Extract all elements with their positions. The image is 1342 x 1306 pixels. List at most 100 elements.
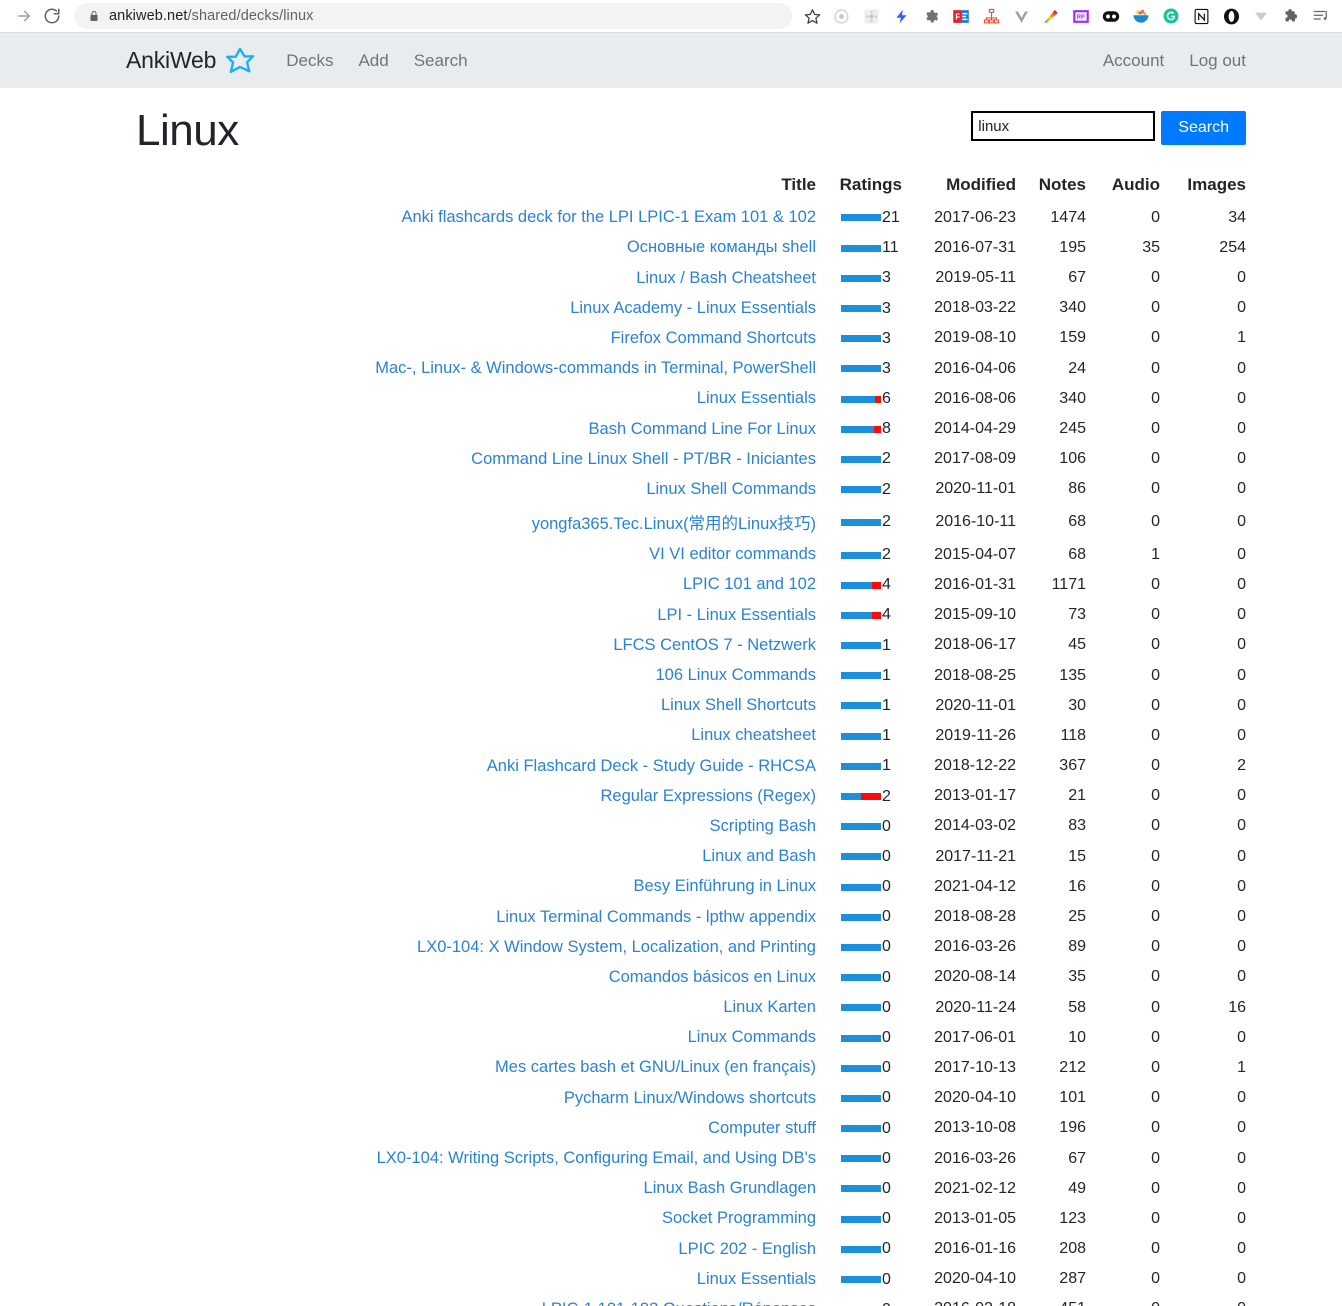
deck-title-link[interactable]: Linux Academy - Linux Essentials [570,299,816,317]
nav-link-search[interactable]: Search [414,51,468,71]
deck-title-link[interactable]: Linux Bash Grundlagen [644,1179,816,1197]
rating-bar-positive [841,1155,881,1163]
images-cell: 0 [1237,420,1246,437]
forward-arrow-icon[interactable] [10,2,38,30]
rating-bar-positive [841,762,881,770]
rating-bar [841,762,881,770]
images-cell: 0 [1237,1240,1246,1258]
nav-link-logout[interactable]: Log out [1189,51,1246,71]
deck-title-link[interactable]: Scripting Bash [710,817,816,835]
opera-extension-icon[interactable] [1216,1,1246,31]
deck-title-link[interactable]: Firefox Command Shortcuts [611,329,816,347]
rating-cell: 0 [816,902,902,932]
deck-title-link[interactable]: Linux Commands [688,1028,816,1046]
table-row: Regular Expressions (Regex) 2 2013-01-17 21… [136,781,1246,811]
deck-title-cell: Mac-, Linux- & Windows-commands in Termi… [136,354,816,384]
deck-title-link[interactable]: Linux Shell Commands [646,480,816,498]
grammarly-extension-icon[interactable] [1156,1,1186,31]
deck-title-link[interactable]: Anki flashcards deck for the LPI LPIC-1 … [401,208,816,226]
rating-cell: 4 [816,570,902,600]
table-row: Bash Command Line For Linux 8 2014-04-29 24… [136,414,1246,444]
audio-cell: 0 [1151,726,1160,744]
reading-list-icon[interactable] [1306,1,1336,31]
orbit-extension-icon[interactable] [826,1,856,31]
rating-bar [841,1034,881,1042]
dots-extension-icon[interactable] [1096,1,1126,31]
nav-link-add[interactable]: Add [358,51,388,71]
deck-title-link[interactable]: Besy Einführung in Linux [633,877,816,895]
sitemap-extension-icon[interactable] [976,1,1006,31]
deck-title-cell: Firefox Command Shortcuts [136,323,816,353]
bookmark-star-icon[interactable] [798,2,826,30]
deck-title-link[interactable]: LX0-104: Writing Scripts, Configuring Em… [377,1149,816,1167]
images-cell: 2 [1237,757,1246,775]
deck-title-link[interactable]: Linux Karten [723,998,816,1016]
notes-cell: 21 [1068,787,1086,805]
rating-cell: 0 [816,1053,902,1083]
deck-title-link[interactable]: Linux Terminal Commands - lpthw appendix [496,908,816,926]
notes-cell: 245 [1059,420,1086,437]
deck-title-link[interactable]: Pycharm Linux/Windows shortcuts [564,1089,816,1107]
nav-link-account[interactable]: Account [1103,51,1164,71]
deck-title-link[interactable]: Computer stuff [708,1119,816,1137]
notion-extension-icon[interactable] [1186,1,1216,31]
rating-bar-positive [841,335,881,343]
send-extension-icon[interactable] [1246,1,1276,31]
deck-title-link[interactable]: Comandos básicos en Linux [609,968,816,986]
deck-title-link[interactable]: Mes cartes bash et GNU/Linux (en françai… [495,1058,816,1076]
deck-title-link[interactable]: Anki Flashcard Deck - Study Guide - RHCS… [487,757,816,775]
audio-cell: 0 [1151,787,1160,805]
gear-extension-icon[interactable] [916,1,946,31]
deck-title-link[interactable]: LPIC 202 - English [678,1240,816,1258]
deck-title-link[interactable]: Socket Programming [662,1209,816,1227]
deck-title-link[interactable]: Основные команды shell [627,238,816,256]
address-bar[interactable]: ankiweb.net/shared/decks/linux [74,3,792,29]
deck-title-link[interactable]: LPIC 101 and 102 [683,575,816,593]
search-button[interactable]: Search [1161,111,1246,145]
rating-count: 0 [882,1149,891,1167]
deck-title-link[interactable]: Command Line Linux Shell - PT/BR - Inici… [471,450,816,468]
column-header-ratings[interactable]: Ratings [816,175,902,203]
column-header-title[interactable]: Title [136,175,816,203]
search-input[interactable] [971,111,1156,141]
rainbow-pen-extension-icon[interactable] [1036,1,1066,31]
deck-title-cell: Linux cheatsheet [136,721,816,751]
rating-bar-negative [861,793,881,800]
deck-title-link[interactable]: Linux Shell Shortcuts [661,696,816,714]
deck-title-link[interactable]: LPI - Linux Essentials [657,606,816,624]
deck-title-link[interactable]: VI VI editor commands [649,545,816,563]
deck-title-link[interactable]: LFCS CentOS 7 - Netzwerk [613,636,816,654]
column-header-modified[interactable]: Modified [902,175,1016,203]
deck-title-link[interactable]: LX0-104: X Window System, Localization, … [417,938,816,956]
table-row: Linux cheatsheet 1 2019-11-26 118 0 0 [136,721,1246,751]
deck-title-link[interactable]: 106 Linux Commands [655,666,816,684]
deck-title-link[interactable]: Linux / Bash Cheatsheet [636,269,816,287]
rating-bar [841,518,881,526]
grid-extension-icon[interactable] [856,1,886,31]
deck-title-link[interactable]: Mac-, Linux- & Windows-commands in Termi… [375,359,816,377]
deck-title-cell: Linux Academy - Linux Essentials [136,293,816,323]
notes-cell: 367 [1059,757,1086,775]
deck-title-link[interactable]: Linux cheatsheet [691,726,816,744]
v-extension-icon[interactable] [1006,1,1036,31]
deck-title-link[interactable]: Linux Essentials [697,389,816,407]
rp-extension-icon[interactable]: RP [1066,1,1096,31]
deck-title-link[interactable]: Linux Essentials [697,1270,816,1288]
deck-title-link[interactable]: Bash Command Line For Linux [589,420,816,438]
nav-link-decks[interactable]: Decks [286,51,333,71]
deck-title-link[interactable]: yongfa365.Tec.Linux(常用的Linux技巧) [532,515,816,533]
deck-title-cell: LPI - Linux Essentials [136,600,816,630]
deck-title-link[interactable]: Regular Expressions (Regex) [600,787,816,805]
fe-extension-icon[interactable]: F [946,1,976,31]
lightning-extension-icon[interactable] [886,1,916,31]
modified-cell: 2017-06-01 [934,1028,1016,1046]
deck-title-cell: Linux Shell Commands [136,474,816,504]
reload-icon[interactable] [38,2,66,30]
deck-title-link[interactable]: LPIC-1 101-102 Questions/Réponses [542,1300,816,1306]
images-cell: 0 [1237,299,1246,317]
bowl-extension-icon[interactable] [1126,1,1156,31]
deck-title-link[interactable]: Linux and Bash [702,847,816,865]
puzzle-extensions-icon[interactable] [1276,1,1306,31]
ankiweb-brand-link[interactable]: AnkiWeb [126,46,255,75]
rating-bar [841,1276,881,1283]
